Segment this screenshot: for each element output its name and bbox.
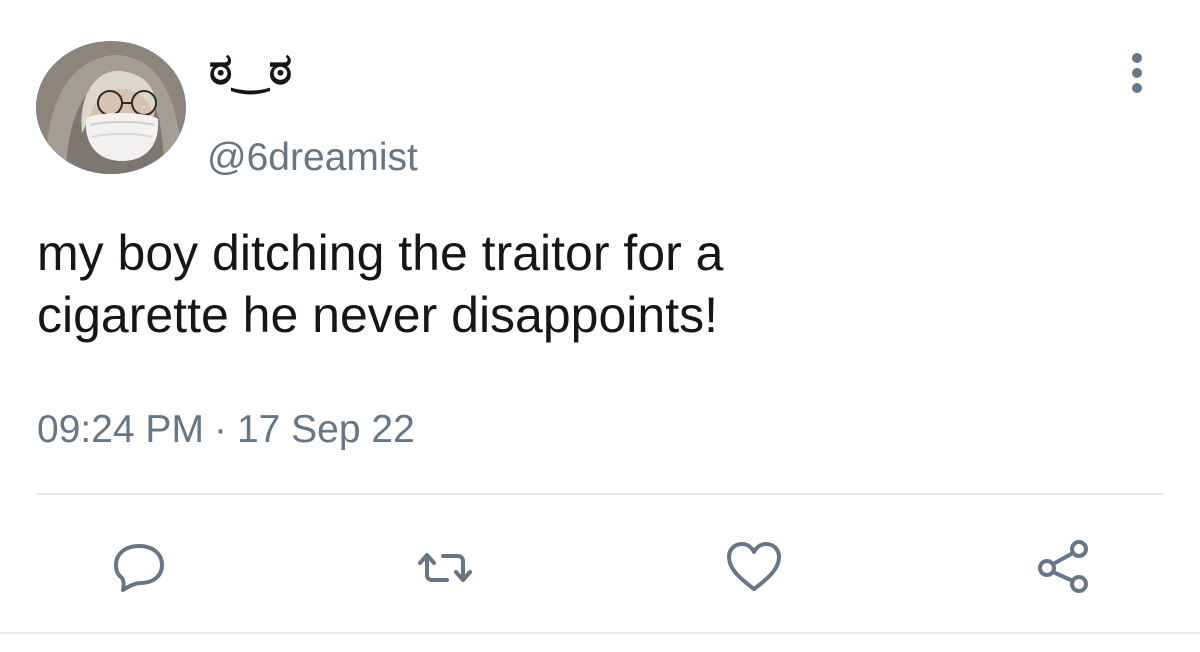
avatar-image: [36, 41, 186, 174]
user-handle[interactable]: @6dreamist: [207, 134, 418, 182]
avatar[interactable]: [36, 41, 186, 174]
timestamp-separator: ·: [213, 408, 227, 451]
more-vertical-icon: [1132, 53, 1142, 93]
retweet-icon: [418, 553, 472, 582]
timestamp[interactable]: 09:24 PM · 17 Sep 22: [37, 406, 415, 454]
tweet-date: 17 Sep 22: [236, 408, 415, 451]
like-button[interactable]: [724, 537, 784, 597]
divider: [35, 493, 1165, 495]
share-button[interactable]: [1034, 537, 1094, 597]
reply-button[interactable]: [109, 537, 169, 597]
reply-icon: [114, 544, 164, 592]
share-icon: [1038, 540, 1088, 593]
tweet-time: 09:24 PM: [37, 408, 204, 451]
retweet-button[interactable]: [415, 537, 475, 597]
more-options-button[interactable]: [1122, 48, 1152, 98]
bottom-border: [0, 632, 1200, 634]
display-name[interactable]: ಠ‿ಠ: [209, 42, 292, 98]
heart-icon: [727, 542, 781, 591]
tweet-card: ಠ‿ಠ @6dreamist my boy ditching the trait…: [0, 0, 1200, 652]
tweet-text: my boy ditching the traitor for a cigare…: [37, 225, 724, 343]
